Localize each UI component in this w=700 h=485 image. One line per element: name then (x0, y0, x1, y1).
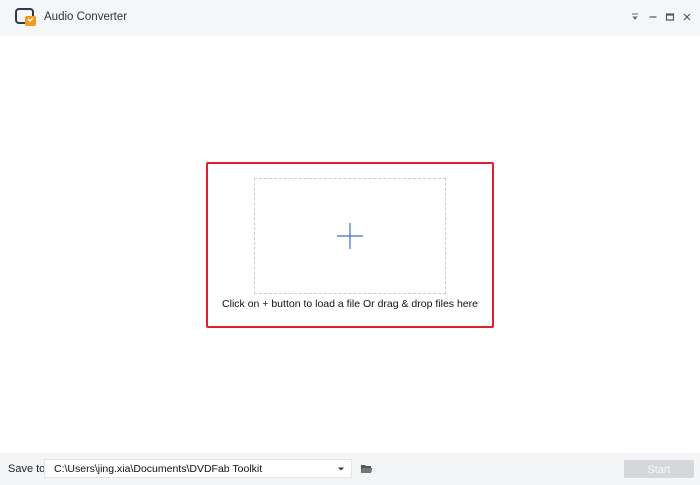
close-icon[interactable] (680, 10, 694, 24)
bottom-bar: Save to: C:\Users\jing.xia\Documents\DVD… (0, 453, 700, 485)
browse-folder-button[interactable] (356, 459, 376, 478)
start-button[interactable]: Start (624, 460, 694, 478)
folder-open-icon (360, 465, 372, 473)
drop-hint-text: Click on + button to load a file Or drag… (222, 298, 478, 310)
save-path-select[interactable]: C:\Users\jing.xia\Documents\DVDFab Toolk… (44, 459, 352, 478)
file-drop-zone[interactable] (254, 178, 446, 294)
minimize-icon[interactable] (646, 10, 660, 24)
save-to-label: Save to: (8, 463, 49, 475)
app-title: Audio Converter (44, 11, 128, 23)
app-logo-icon (15, 8, 36, 26)
main-area: Click on + button to load a file Or drag… (0, 36, 700, 453)
save-path-value: C:\Users\jing.xia\Documents\DVDFab Toolk… (54, 463, 263, 475)
chevron-down-icon[interactable] (337, 466, 345, 472)
menu-dropdown-icon[interactable] (628, 10, 642, 24)
plus-icon[interactable] (337, 223, 363, 249)
title-bar: Audio Converter (0, 0, 700, 36)
maximize-icon[interactable] (663, 10, 677, 24)
